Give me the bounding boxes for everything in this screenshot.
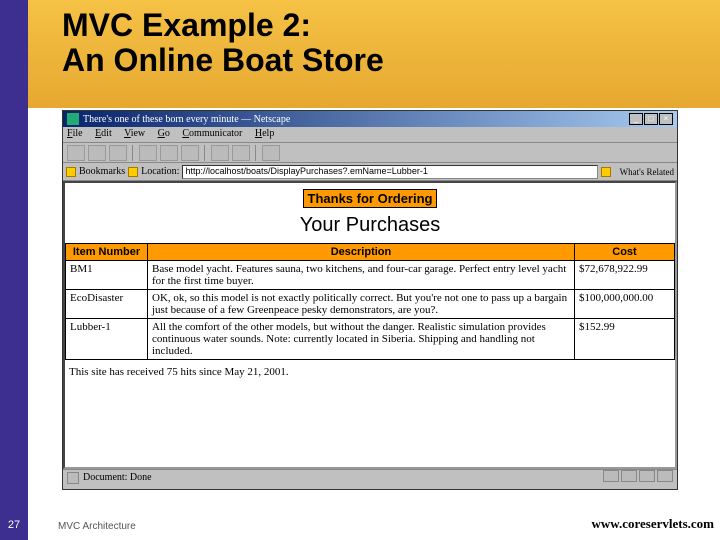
page-content: Thanks for Ordering Your Purchases Item …	[63, 181, 677, 469]
table-row: EcoDisaster OK, ok, so this model is not…	[66, 290, 675, 319]
purchases-table: Item Number Description Cost BM1 Base mo…	[65, 243, 675, 360]
page-number: 27	[3, 516, 25, 534]
maximize-button[interactable]: □	[644, 113, 658, 125]
hits-text: This site has received 75 hits since May…	[65, 360, 675, 378]
menu-file[interactable]: File	[67, 128, 83, 139]
back-button[interactable]	[67, 145, 85, 161]
component-icon	[639, 470, 655, 482]
menu-communicator[interactable]: Communicator	[182, 128, 242, 139]
location-label: Location:	[141, 166, 179, 177]
table-row: BM1 Base model yacht. Features sauna, tw…	[66, 261, 675, 290]
toolbar	[63, 143, 677, 163]
close-button[interactable]: ×	[659, 113, 673, 125]
footer-url: www.coreservlets.com	[592, 516, 715, 532]
search-button[interactable]	[160, 145, 178, 161]
component-icon	[621, 470, 637, 482]
titlebar: There's one of these born every minute —…	[63, 111, 677, 127]
home-button[interactable]	[139, 145, 157, 161]
menu-edit[interactable]: Edit	[95, 128, 112, 139]
menu-bar: File Edit View Go Communicator Help	[63, 127, 677, 143]
cell-item: EcoDisaster	[66, 290, 148, 319]
minimize-button[interactable]: _	[629, 113, 643, 125]
status-cells	[601, 470, 673, 485]
window-controls: _□×	[628, 113, 673, 125]
left-stripe	[0, 0, 28, 540]
thanks-heading: Thanks for Ordering	[303, 189, 438, 208]
print-button[interactable]	[211, 145, 229, 161]
menu-view[interactable]: View	[124, 128, 145, 139]
menu-help[interactable]: Help	[255, 128, 274, 139]
reload-button[interactable]	[109, 145, 127, 161]
col-item-number: Item Number	[66, 244, 148, 261]
security-button[interactable]	[232, 145, 250, 161]
component-icon	[603, 470, 619, 482]
title-line-1: MVC Example 2:	[62, 8, 384, 43]
cell-item: BM1	[66, 261, 148, 290]
status-bar: Document: Done	[63, 469, 677, 485]
stop-button[interactable]	[262, 145, 280, 161]
cell-desc: OK, ok, so this model is not exactly pol…	[148, 290, 575, 319]
browser-window: There's one of these born every minute —…	[62, 110, 678, 490]
component-icon	[657, 470, 673, 482]
cell-item: Lubber-1	[66, 319, 148, 360]
col-cost: Cost	[575, 244, 675, 261]
forward-button[interactable]	[88, 145, 106, 161]
related-icon[interactable]	[601, 167, 611, 177]
location-icon	[128, 167, 138, 177]
slide-footer: 27 MVC Architecture www.coreservlets.com	[0, 508, 720, 540]
footer-left: MVC Architecture	[58, 521, 136, 532]
table-row: Lubber-1 All the comfort of the other mo…	[66, 319, 675, 360]
slide-title: MVC Example 2: An Online Boat Store	[62, 8, 384, 78]
location-bar: Bookmarks Location: http://localhost/boa…	[63, 163, 677, 181]
window-title: There's one of these born every minute —…	[83, 114, 290, 125]
netscape-button[interactable]	[181, 145, 199, 161]
status-icon	[67, 472, 79, 484]
menu-go[interactable]: Go	[158, 128, 170, 139]
whats-related[interactable]: What's Related	[614, 167, 674, 177]
col-description: Description	[148, 244, 575, 261]
status-text: Document: Done	[83, 472, 152, 483]
cell-cost: $72,678,922.99	[575, 261, 675, 290]
cell-cost: $152.99	[575, 319, 675, 360]
cell-cost: $100,000,000.00	[575, 290, 675, 319]
url-field[interactable]: http://localhost/boats/DisplayPurchases?…	[182, 165, 598, 179]
bookmarks-icon[interactable]	[66, 167, 76, 177]
cell-desc: Base model yacht. Features sauna, two ki…	[148, 261, 575, 290]
cell-desc: All the comfort of the other models, but…	[148, 319, 575, 360]
purchases-heading: Your Purchases	[65, 214, 675, 237]
app-icon	[67, 113, 79, 125]
title-line-2: An Online Boat Store	[62, 43, 384, 78]
bookmarks-label[interactable]: Bookmarks	[79, 166, 125, 177]
